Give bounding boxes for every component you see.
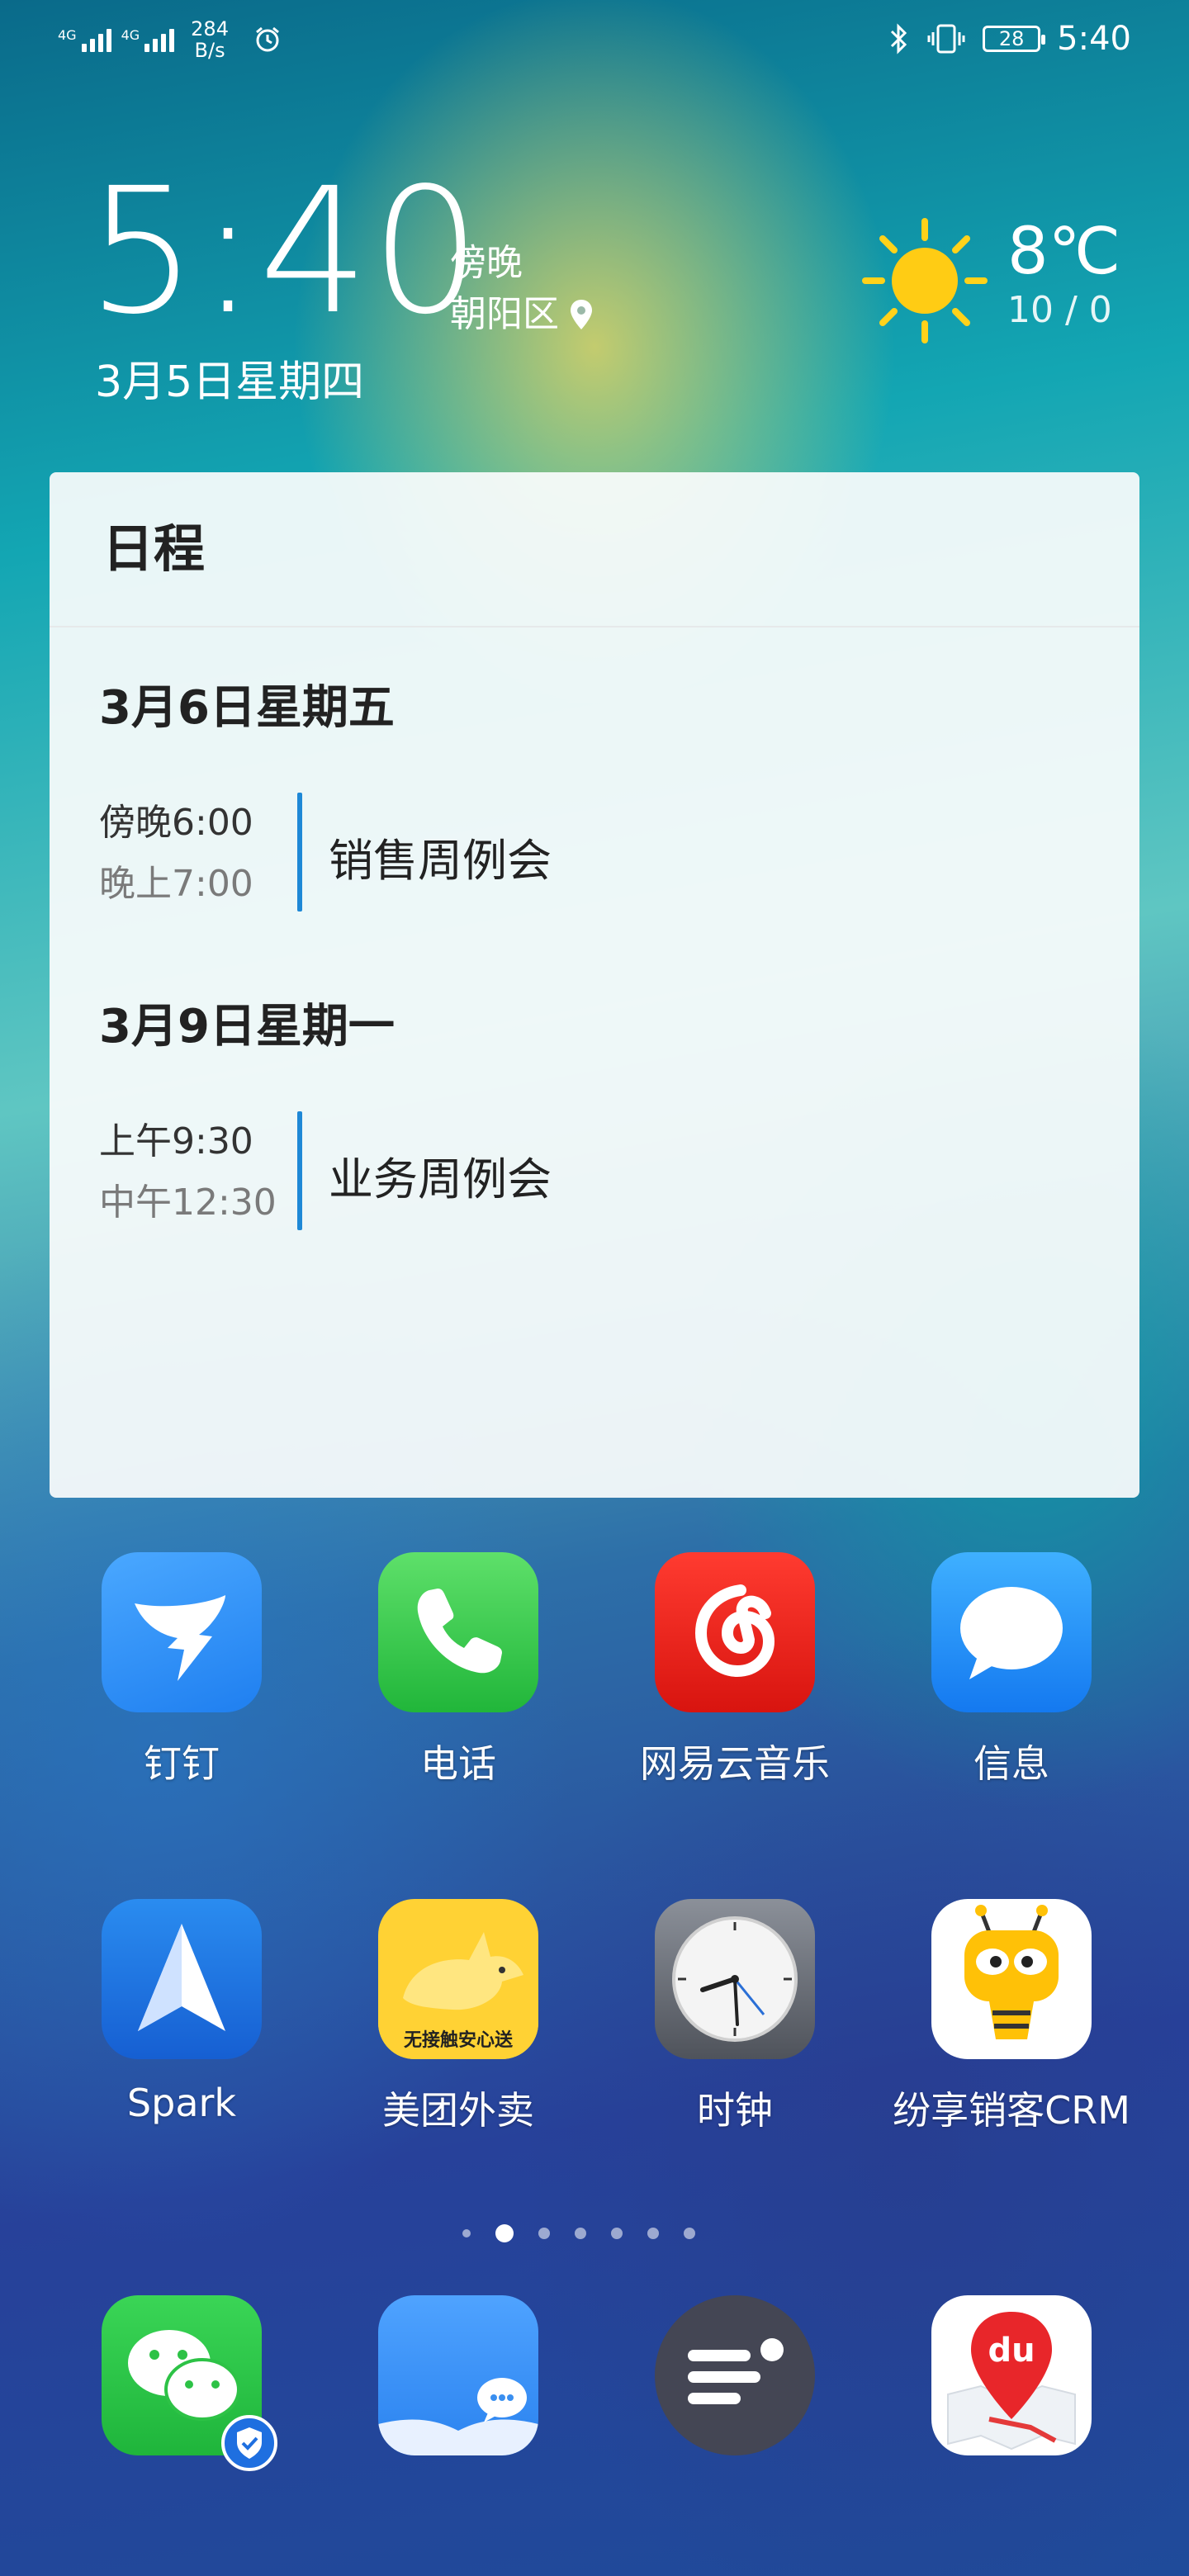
event-start-time: 上午9:30 xyxy=(99,1120,253,1163)
signal-strength-2-icon: 4G xyxy=(121,27,175,52)
dock-chat-book[interactable] xyxy=(334,2295,582,2455)
schedule-day-header: 3月9日星期一 xyxy=(99,1000,395,1054)
temperature: 8℃ xyxy=(1007,215,1121,289)
wechat-icon xyxy=(102,2295,277,2471)
app-label: 网易云音乐 xyxy=(640,1741,830,1786)
app-messages[interactable]: 信息 xyxy=(888,1552,1135,1788)
dingtalk-icon xyxy=(102,1552,262,1712)
page-dot[interactable] xyxy=(575,2228,586,2239)
app-netease-music[interactable]: 网易云音乐 xyxy=(611,1552,859,1788)
app-meituan-waimai[interactable]: 无接触安心送 美团外卖 xyxy=(334,1899,582,2135)
location-name: 朝阳区 xyxy=(450,293,559,335)
baidu-map-icon: du xyxy=(931,2295,1092,2455)
page-dot[interactable] xyxy=(684,2228,695,2239)
schedule-event[interactable]: 上午9:30 中午12:30 业务周例会 xyxy=(99,1111,1090,1235)
network-type-2: 4G xyxy=(121,27,140,43)
app-label: 信息 xyxy=(973,1741,1049,1786)
event-title: 销售周例会 xyxy=(329,835,552,887)
schedule-day-header: 3月6日星期五 xyxy=(99,681,395,735)
shield-badge-icon xyxy=(221,2415,277,2471)
app-label: 时钟 xyxy=(697,2088,773,2133)
date-label: 3月5日星期四 xyxy=(95,358,365,407)
clock-info: 傍晚 朝阳区 xyxy=(450,238,594,340)
netease-music-icon xyxy=(655,1552,815,1712)
page-dot[interactable] xyxy=(462,2229,471,2237)
event-end-time: 中午12:30 xyxy=(99,1181,277,1224)
page-indicator[interactable] xyxy=(462,2221,727,2246)
time-period: 傍晚 xyxy=(450,242,523,284)
dock-baidu-map[interactable]: du xyxy=(888,2295,1135,2455)
divider xyxy=(50,626,1139,627)
svg-text:无接触安心送: 无接触安心送 xyxy=(404,2029,513,2051)
location-pin-icon xyxy=(571,300,592,329)
page-dot-active[interactable] xyxy=(495,2224,514,2242)
app-label: 纷享销客CRM xyxy=(893,2088,1130,2133)
status-time: 5:40 xyxy=(1057,20,1131,58)
message-icon xyxy=(931,1552,1092,1712)
bluetooth-icon xyxy=(891,23,907,54)
battery-indicator: 28 xyxy=(983,26,1046,52)
menu-app-icon xyxy=(655,2295,815,2455)
weather-widget[interactable]: 8℃ 10 / 0 xyxy=(859,206,1156,347)
clock-time[interactable]: 5:40 xyxy=(87,165,483,339)
schedule-event[interactable]: 傍晚6:00 晚上7:00 销售周例会 xyxy=(99,793,1090,916)
app-label: 电话 xyxy=(420,1741,496,1786)
page-dot[interactable] xyxy=(647,2228,659,2239)
event-end-time: 晚上7:00 xyxy=(99,863,253,905)
sun-icon xyxy=(862,218,988,343)
event-title: 业务周例会 xyxy=(329,1153,552,1205)
network-speed: 284 B/s xyxy=(191,17,229,62)
phone-icon xyxy=(378,1552,538,1712)
app-dingtalk[interactable]: 钉钉 xyxy=(58,1552,306,1788)
temperature-range: 10 / 0 xyxy=(1007,289,1112,331)
chat-book-icon xyxy=(378,2295,538,2455)
spark-icon xyxy=(102,1899,262,2059)
schedule-title: 日程 xyxy=(102,519,206,579)
event-start-time: 傍晚6:00 xyxy=(99,802,253,844)
schedule-widget[interactable]: 日程 3月6日星期五 傍晚6:00 晚上7:00 销售周例会 3月9日星期一 上… xyxy=(50,472,1139,1498)
svg-text:du: du xyxy=(988,2332,1035,2370)
meituan-waimai-icon: 无接触安心送 xyxy=(378,1899,538,2059)
page-dot[interactable] xyxy=(538,2228,550,2239)
app-label: 钉钉 xyxy=(144,1741,220,1786)
status-bar: 4G 4G 284 B/s 28 5:40 xyxy=(0,0,1189,79)
vibrate-icon xyxy=(927,24,965,54)
app-label: 美团外卖 xyxy=(382,2088,534,2133)
app-label: Spark xyxy=(126,2081,237,2125)
signal-strength-icon: 4G xyxy=(58,27,111,52)
page-dot[interactable] xyxy=(611,2228,623,2239)
event-divider xyxy=(297,1111,302,1230)
dock-wechat[interactable] xyxy=(58,2295,306,2471)
event-divider xyxy=(297,793,302,912)
network-type-1: 4G xyxy=(58,27,77,43)
app-fxiaoke-crm[interactable]: 纷享销客CRM xyxy=(888,1899,1135,2135)
alarm-icon xyxy=(256,26,279,52)
app-clock[interactable]: 时钟 xyxy=(611,1899,859,2135)
fxiaoke-crm-icon xyxy=(931,1899,1092,2059)
app-phone[interactable]: 电话 xyxy=(334,1552,582,1788)
dock-menu-app[interactable] xyxy=(611,2295,859,2455)
app-spark[interactable]: Spark xyxy=(58,1899,306,2125)
clock-icon xyxy=(655,1899,815,2059)
